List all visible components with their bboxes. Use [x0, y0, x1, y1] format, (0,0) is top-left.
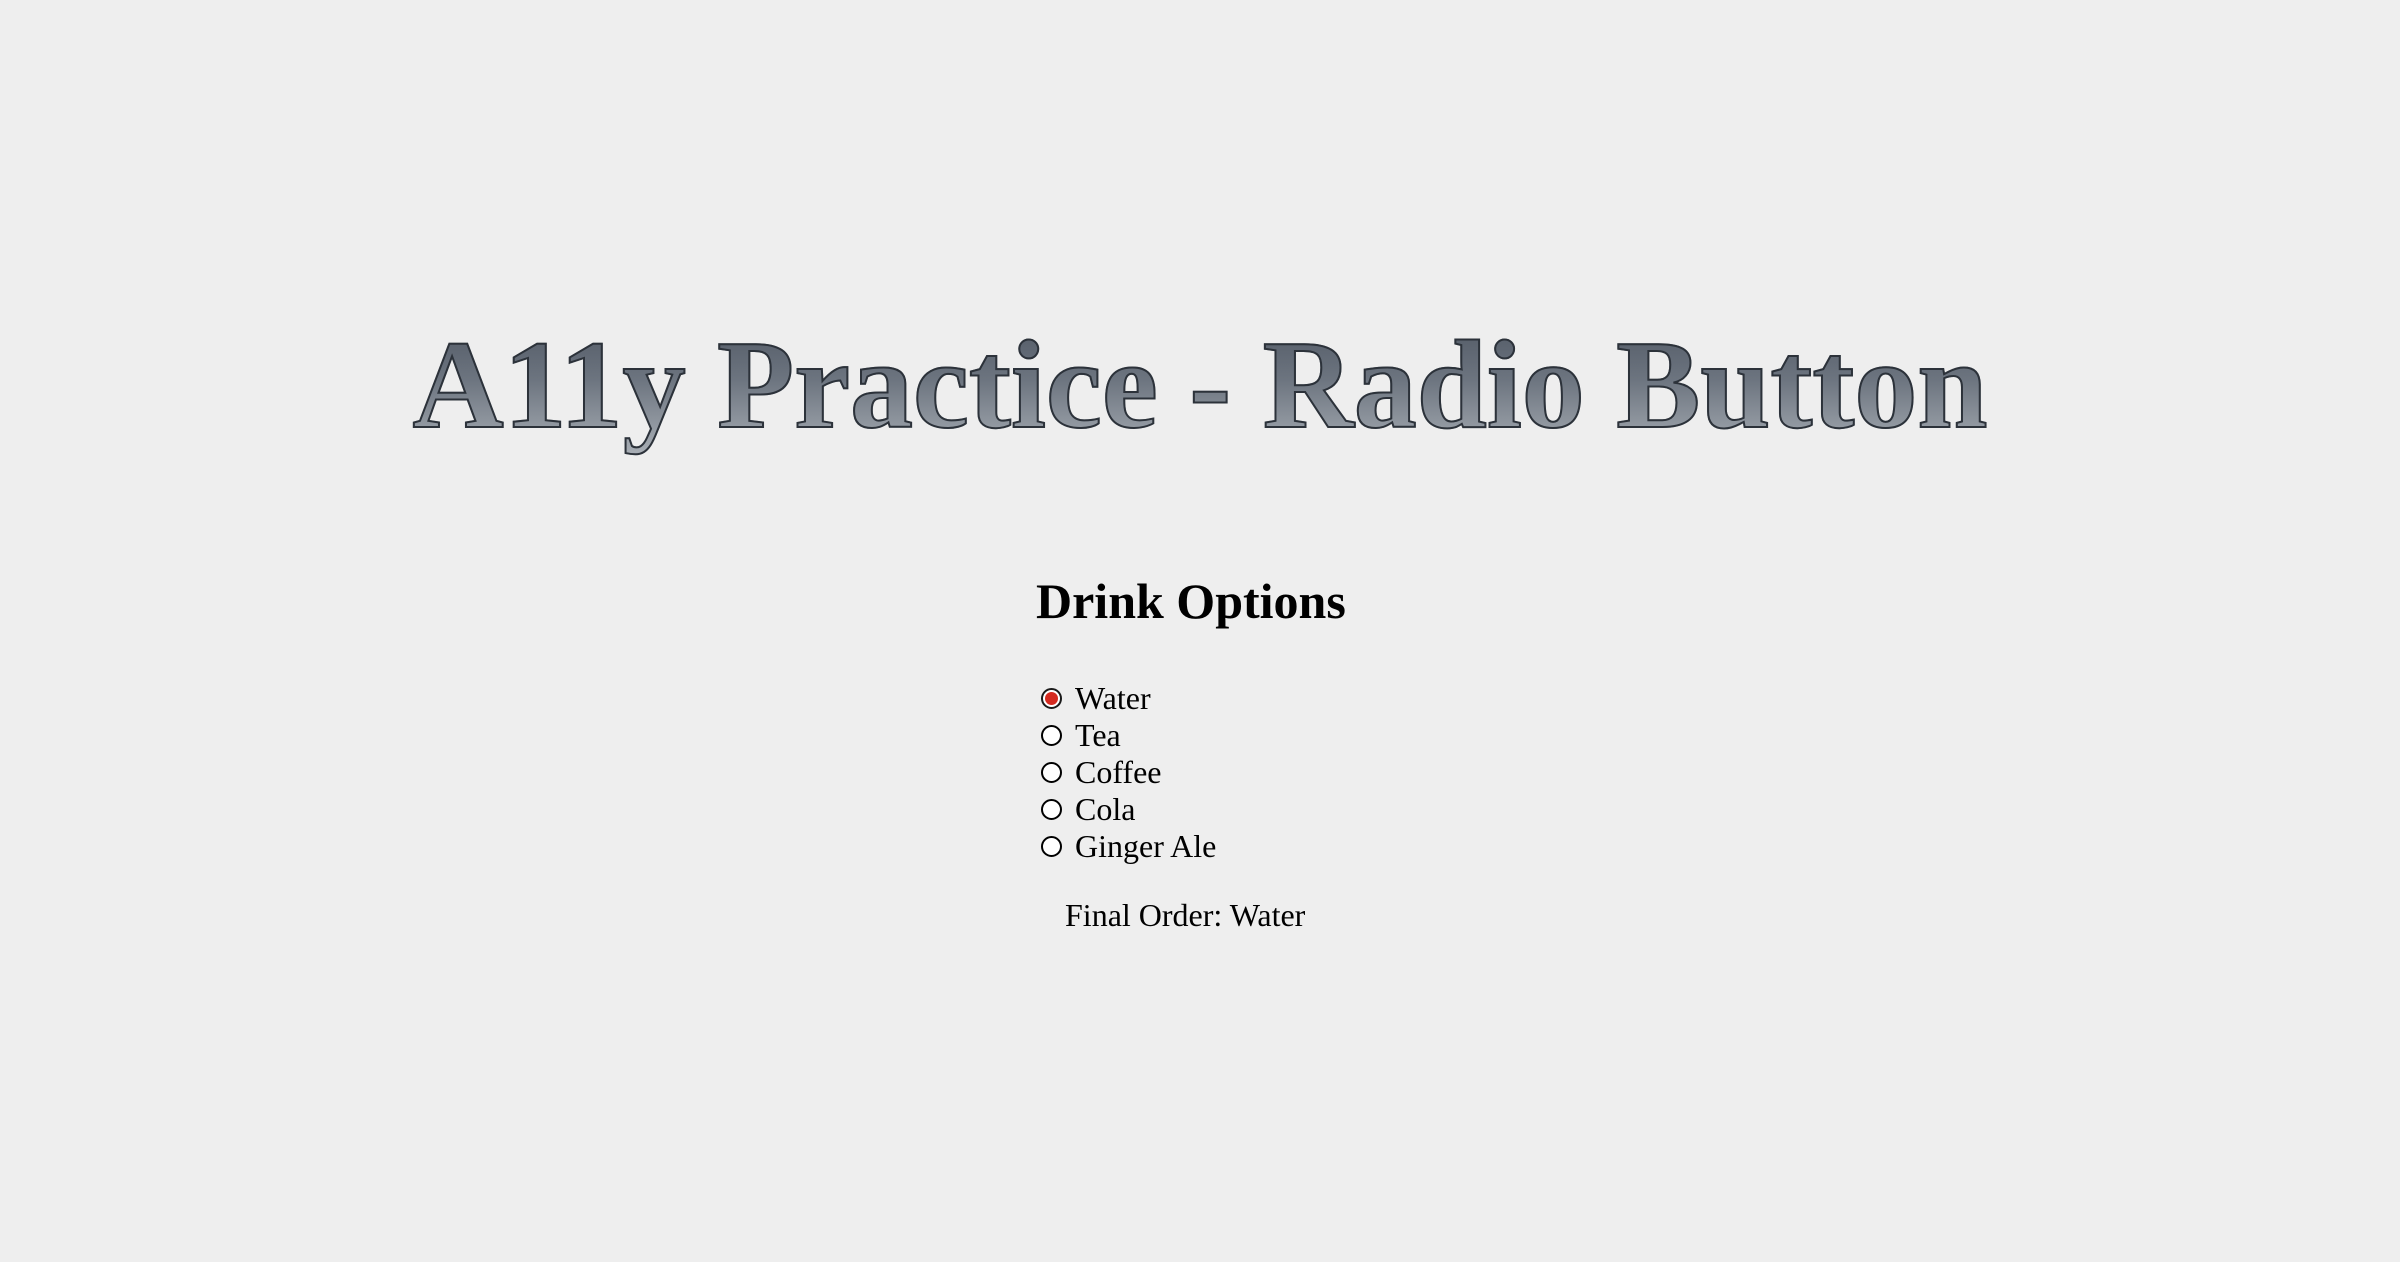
radio-option-tea[interactable]: Tea — [1036, 717, 1536, 754]
radio-button-tea[interactable] — [1041, 725, 1062, 746]
radio-label-ginger-ale[interactable]: Ginger Ale — [1075, 828, 1216, 865]
radio-label-tea[interactable]: Tea — [1075, 717, 1121, 754]
radio-option-water[interactable]: Water — [1036, 680, 1536, 717]
radio-label-cola[interactable]: Cola — [1075, 791, 1135, 828]
radio-label-coffee[interactable]: Coffee — [1075, 754, 1161, 791]
page-title: A11y Practice - Radio Button — [0, 315, 2400, 456]
radio-group: Water Tea Coffee Cola Ginger Ale — [1036, 680, 1536, 865]
drink-options-group: Drink Options Water Tea Coffee Cola Ging… — [1036, 566, 1536, 935]
final-order-text: Final Order: Water — [1065, 895, 1536, 935]
radio-button-ginger-ale[interactable] — [1041, 836, 1062, 857]
final-order-value: Water — [1229, 897, 1306, 933]
radio-option-coffee[interactable]: Coffee — [1036, 754, 1536, 791]
radio-label-water[interactable]: Water — [1075, 680, 1151, 717]
page: A11y Practice - Radio Button Drink Optio… — [0, 0, 2400, 1262]
drink-options-heading: Drink Options — [1036, 573, 1346, 629]
radio-option-ginger-ale[interactable]: Ginger Ale — [1036, 828, 1536, 865]
final-order-label: Final Order: — [1065, 897, 1223, 933]
radio-button-water[interactable] — [1041, 688, 1062, 709]
radio-option-cola[interactable]: Cola — [1036, 791, 1536, 828]
radio-button-cola[interactable] — [1041, 799, 1062, 820]
radio-button-coffee[interactable] — [1041, 762, 1062, 783]
